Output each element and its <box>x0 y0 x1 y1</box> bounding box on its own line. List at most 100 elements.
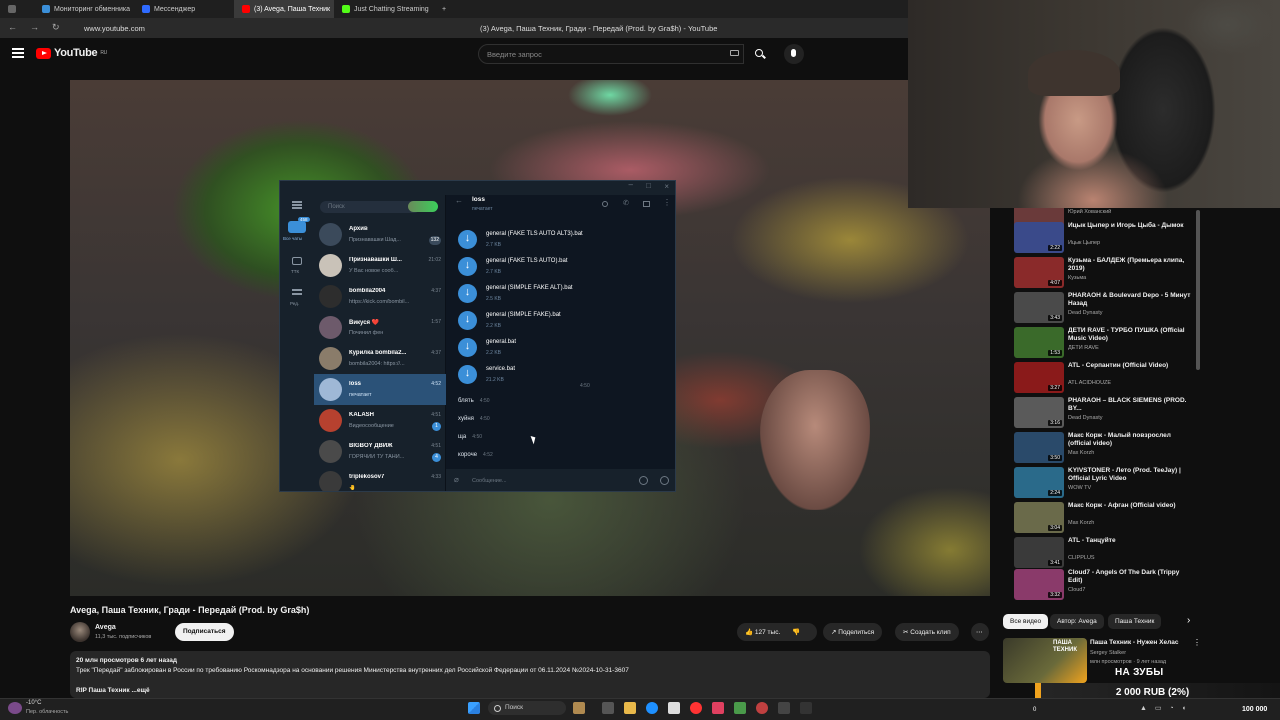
video-thumbnail[interactable]: 3:04 <box>1014 502 1064 533</box>
taskbar-app-icon[interactable] <box>756 702 768 714</box>
weather-icon[interactable] <box>8 702 22 714</box>
search-button[interactable] <box>744 44 776 64</box>
taskbar-app-icon[interactable] <box>573 702 585 714</box>
channel-avatar[interactable] <box>70 622 90 642</box>
file-explorer-icon[interactable] <box>624 702 636 714</box>
download-icon[interactable] <box>458 257 477 276</box>
download-icon[interactable] <box>458 365 477 384</box>
minimize-icon[interactable]: – <box>629 181 633 189</box>
keyboard-icon[interactable] <box>730 50 739 56</box>
youtube-logo[interactable]: YouTube RU <box>36 47 107 59</box>
video-thumbnail[interactable]: 3:27 <box>1014 362 1064 393</box>
forward-icon[interactable]: → <box>30 22 39 32</box>
edit-folders-icon[interactable] <box>292 289 302 291</box>
tab-kick[interactable]: Just Chatting Streaming <box>334 0 434 18</box>
taskbar-app-icon[interactable] <box>734 702 746 714</box>
task-view-icon[interactable] <box>602 702 614 714</box>
share-button[interactable]: ↗ Поделиться <box>823 623 883 641</box>
video-description[interactable]: 20 млн просмотров 6 лет назад Трек "Пере… <box>70 651 990 698</box>
recommendation-item[interactable]: 2:22 Ицык Цыпер и Игорь Цыба - Дымок Ицык … <box>1014 222 1204 256</box>
tab-youtube[interactable]: (3) Avega, Паша Техник <box>234 0 334 18</box>
video-thumbnail[interactable]: 1:53 <box>1014 327 1064 358</box>
chat-item[interactable]: BIGBOY ДВИЖ ГОРЯЧИЙ ТУ ТАНИ... 4:51 4 <box>314 436 446 467</box>
edge-browser-icon[interactable] <box>646 702 658 714</box>
file-message[interactable]: general (FAKE TLS AUTO ALT3).bat2.7 KB <box>458 227 598 254</box>
hamburger-menu-icon[interactable] <box>12 48 24 58</box>
back-icon[interactable]: ← <box>8 22 17 32</box>
recommendation-item[interactable]: 3:41 ATL - Танцуйте CLIPPLUS <box>1014 537 1204 571</box>
taskbar-app-icon[interactable] <box>778 702 790 714</box>
voice-message-icon[interactable] <box>660 476 669 485</box>
show-more-link[interactable]: ...ещё <box>131 687 149 694</box>
channel-name[interactable]: Avega <box>95 624 116 631</box>
more-options-icon[interactable]: ⋮ <box>1193 638 1201 647</box>
close-icon[interactable]: × <box>664 182 669 191</box>
rec-title[interactable]: Паша Техник - Нужен Хелас <box>1090 639 1178 646</box>
chat-item[interactable]: Викуся ❤️ Починил фен 1:57 <box>314 312 446 343</box>
phone-icon[interactable]: ✆ <box>623 199 629 207</box>
browser-menu-button[interactable] <box>0 0 34 18</box>
video-thumbnail[interactable]: 3:43 <box>1014 292 1064 323</box>
reload-icon[interactable]: ↻ <box>52 22 60 33</box>
recommendation-item[interactable]: 4:07 Кузьма - БАЛДЕЖ (Премьера клипа, 201… <box>1014 257 1204 291</box>
taskbar-app-icon[interactable] <box>800 702 812 714</box>
recommendation-item[interactable]: 3:04 Макс Корж - Афган (Official video) Ma… <box>1014 502 1204 536</box>
download-icon[interactable] <box>458 230 477 249</box>
recommendation-item[interactable]: 1:53 ДЕТИ RAVE - ТУРБО ПУШКА (Official Mu… <box>1014 327 1204 361</box>
store-icon[interactable] <box>668 702 680 714</box>
video-thumbnail[interactable]: 2:24 <box>1014 467 1064 498</box>
tab-monitoring[interactable]: Мониторинг обменника <box>34 0 134 18</box>
file-message[interactable]: general.bat2.2 KB <box>458 335 598 362</box>
new-tab-button[interactable]: + <box>434 0 454 18</box>
thumbs-up-icon[interactable]: 👍 <box>745 629 755 636</box>
search-icon[interactable] <box>602 201 608 207</box>
sidebar-toggle-icon[interactable] <box>643 201 650 207</box>
recommendation-item[interactable]: 3:27 ATL - Серпантин (Official Video) ATL … <box>1014 362 1204 396</box>
recommendation-item[interactable]: 3:16 PHARAOH – BLACK SIEMENS (PROD. BY...… <box>1014 397 1204 431</box>
recommendations-scrollbar[interactable] <box>1196 210 1200 370</box>
video-thumbnail[interactable]: 3:41 <box>1014 537 1064 568</box>
like-count[interactable]: 127 тыс. <box>755 629 780 636</box>
search-input[interactable]: Введите запрос <box>478 44 744 64</box>
chips-next-icon[interactable]: › <box>1187 615 1190 626</box>
stories-avatars[interactable] <box>408 201 438 212</box>
create-clip-button[interactable]: ✂ Создать клип <box>895 623 959 641</box>
folder-icon[interactable] <box>292 257 302 265</box>
voice-search-icon[interactable] <box>784 44 804 64</box>
back-arrow-icon[interactable]: ← <box>455 196 463 205</box>
file-message[interactable]: general (SIMPLE FAKE).bat2.2 KB <box>458 308 598 335</box>
file-message[interactable]: service.bat21.2 KB <box>458 362 598 389</box>
recommendation-item[interactable]: 3:43 PHARAOH & Boulevard Depo - 5 Минут Н… <box>1014 292 1204 326</box>
all-chats-folder-icon[interactable] <box>288 221 306 233</box>
emoji-icon[interactable] <box>639 476 648 485</box>
system-tray-icons[interactable]: ▲ ▭ ◔ ◖ <box>1140 704 1189 712</box>
taskbar-app-icon[interactable] <box>712 702 724 714</box>
yandex-browser-icon[interactable] <box>690 702 702 714</box>
video-thumbnail[interactable]: 3:50 <box>1014 432 1064 463</box>
weather-temperature[interactable]: -10°C <box>26 700 41 706</box>
telegram-search-input[interactable]: Поиск <box>320 201 420 213</box>
recommendation-item[interactable]: 3:50 Макс Корж - Малый повзрослел (offici… <box>1014 432 1204 466</box>
subscribe-button[interactable]: Подписаться <box>175 623 234 641</box>
chip-all-videos[interactable]: Все видео <box>1003 614 1049 629</box>
video-thumbnail[interactable]: 3:32 <box>1014 569 1064 600</box>
chat-item[interactable]: bombila2004 https://kick.com/bombil... 4… <box>314 281 446 312</box>
chat-item-archive[interactable]: Архив Признавашки Шад... 132 <box>314 219 446 250</box>
chat-item-selected[interactable]: loss печатает 4:52 <box>314 374 446 405</box>
url-field[interactable]: www.youtube.com <box>84 24 145 33</box>
recommendation-item[interactable]: 3:32 Cloud7 - Angels Of The Dark (Trippy … <box>1014 569 1204 600</box>
download-icon[interactable] <box>458 311 477 330</box>
download-icon[interactable] <box>458 338 477 357</box>
video-thumbnail[interactable]: 4:07 <box>1014 257 1064 288</box>
telegram-menu-icon[interactable] <box>292 201 302 203</box>
chat-item[interactable]: KALASH Видеосообщение 4:51 1 <box>314 405 446 436</box>
more-actions-button[interactable]: ⋯ <box>971 623 989 641</box>
video-thumbnail[interactable]: 3:16 <box>1014 397 1064 428</box>
attach-icon[interactable]: ⌀ <box>454 475 459 484</box>
video-thumbnail[interactable]: ПАША ТЕХНИК <box>1003 638 1087 683</box>
video-thumbnail[interactable]: 2:22 <box>1014 222 1064 253</box>
chat-item[interactable]: Курилка bombila2... bombila2004: https:/… <box>314 343 446 374</box>
thumbs-down-icon[interactable]: 👎 <box>792 629 800 636</box>
download-icon[interactable] <box>458 284 477 303</box>
message-input[interactable]: Сообщение... <box>472 478 507 484</box>
